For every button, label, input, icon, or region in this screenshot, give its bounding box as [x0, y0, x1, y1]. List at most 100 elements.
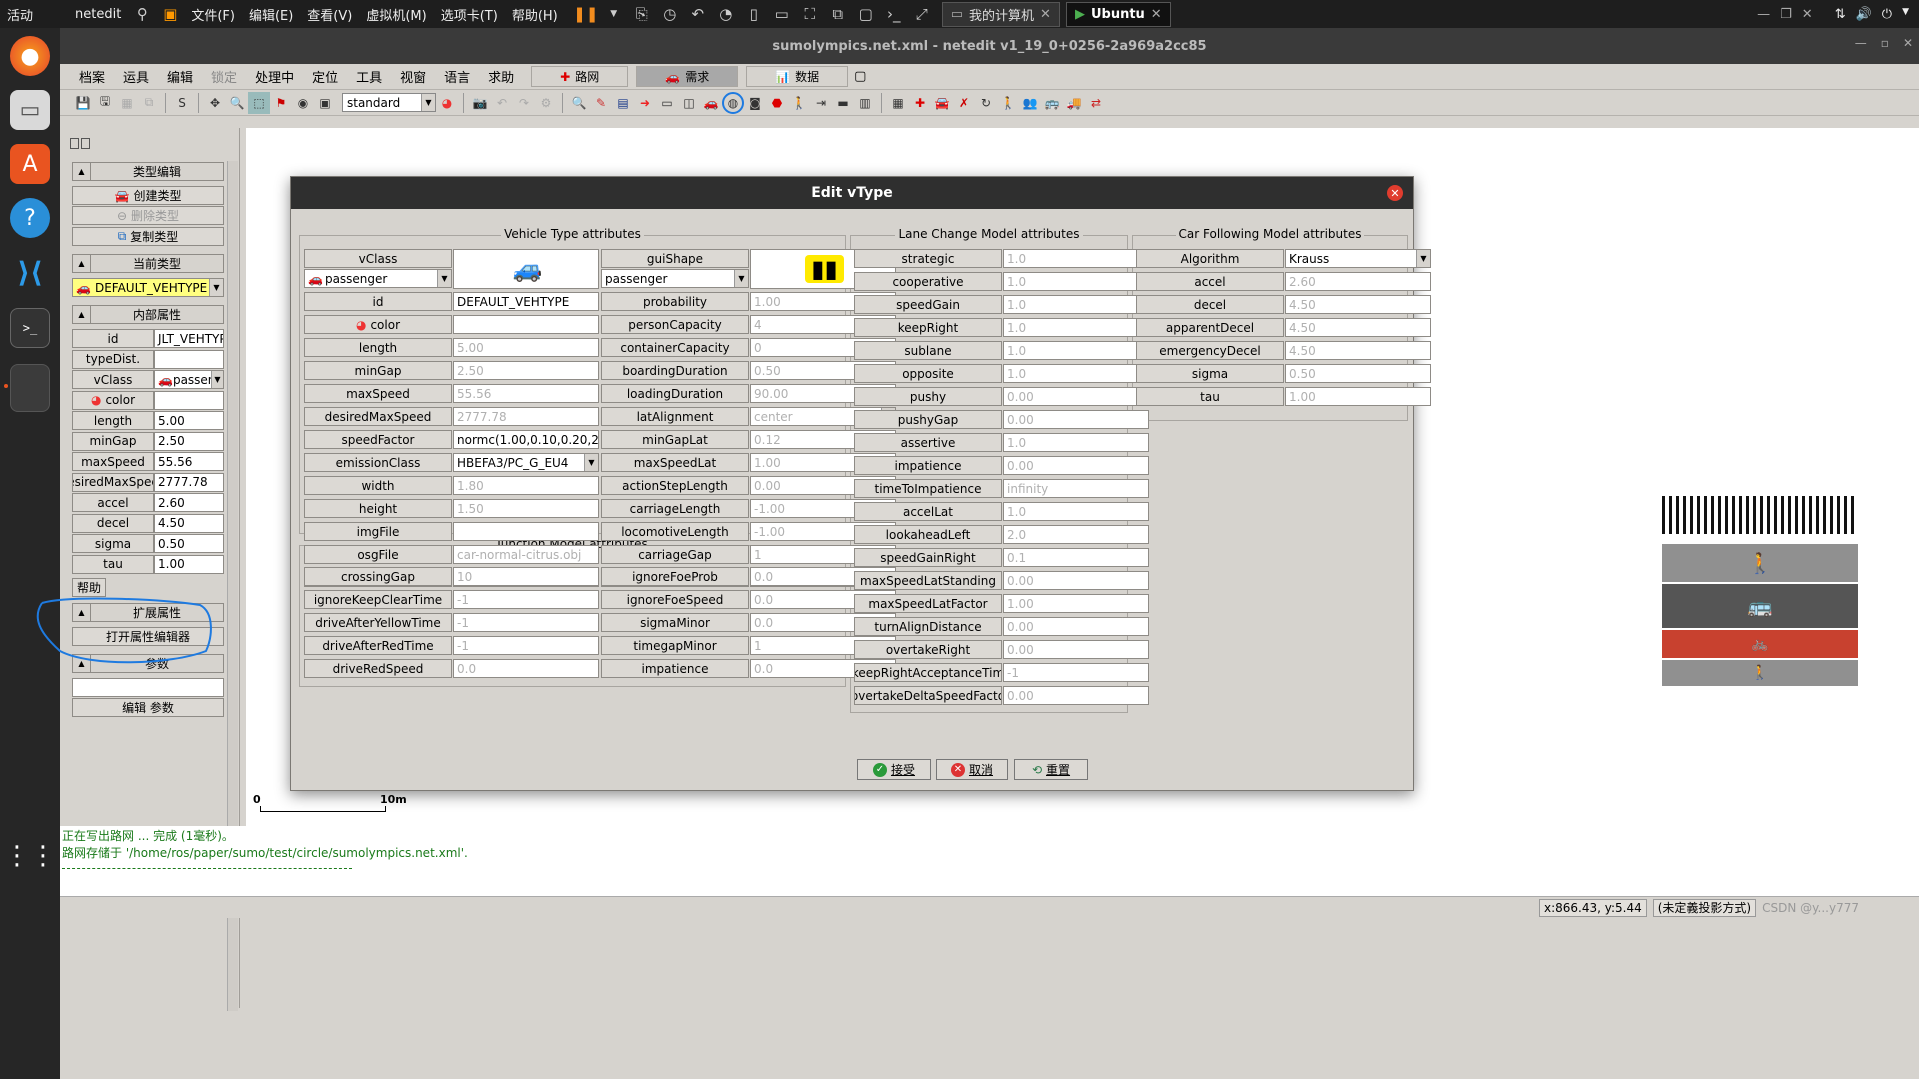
show-apps-icon[interactable]: ⋮⋮: [4, 836, 56, 876]
menu-item[interactable]: 工具: [347, 67, 391, 86]
pause-icon[interactable]: ❚❚: [573, 4, 598, 24]
scheme-select[interactable]: standard ▼: [342, 93, 436, 112]
field-input[interactable]: 0.0: [453, 659, 599, 678]
terminal-app-icon[interactable]: >_: [10, 308, 50, 348]
bike-lane[interactable]: 🚲: [1662, 630, 1858, 658]
field-label[interactable]: osgFile: [304, 545, 452, 564]
vehicle-mode-icon[interactable]: ▭: [656, 92, 678, 114]
firefox-icon[interactable]: ●: [10, 36, 50, 76]
network-icon[interactable]: ⇅: [1835, 7, 1846, 22]
restore-icon[interactable]: ❐: [1780, 7, 1792, 22]
create-type-button[interactable]: 🚘 创建类型: [72, 186, 224, 205]
field-input[interactable]: [453, 315, 599, 334]
inspect-mode-icon[interactable]: 🔍: [568, 92, 590, 114]
close-icon[interactable]: ✕: [1802, 7, 1813, 22]
zoom-icon[interactable]: 🔍: [226, 92, 248, 114]
field-input[interactable]: -1: [453, 590, 599, 609]
field-input[interactable]: 0.00: [1003, 617, 1149, 636]
field-input[interactable]: 0.00: [1003, 387, 1149, 406]
fullscreen-icon[interactable]: ⛶: [799, 4, 821, 24]
s-button[interactable]: S: [171, 92, 193, 114]
console-view-icon[interactable]: ▢: [855, 4, 877, 24]
field-input[interactable]: 1.0: [1003, 364, 1149, 383]
field-input[interactable]: 10: [453, 567, 599, 586]
menu-item[interactable]: 求助: [479, 67, 523, 86]
field-input[interactable]: 55.56: [453, 384, 599, 403]
view-icon[interactable]: ▯: [743, 4, 765, 24]
field-input[interactable]: 1.0: [1003, 502, 1149, 521]
menu-item[interactable]: 语言: [435, 67, 479, 86]
attr-value-input[interactable]: JLT_VEHTYPE: [154, 329, 224, 348]
current-type-header[interactable]: ▲ 当前类型: [72, 254, 224, 273]
field-input[interactable]: 1.80: [453, 476, 599, 495]
edit-params-button[interactable]: 编辑 参数: [72, 698, 224, 717]
vm-menu-item[interactable]: 文件(F): [184, 5, 242, 24]
software-center-icon[interactable]: A: [10, 144, 50, 184]
supermode-tab[interactable]: 📊 数据: [746, 66, 849, 87]
window-close-icon[interactable]: ✕: [1903, 36, 1913, 50]
sidewalk-lane[interactable]: 🚶: [1662, 544, 1858, 582]
menu-item[interactable]: 运具: [114, 67, 158, 86]
field-input[interactable]: car-normal-citrus.obj: [453, 545, 599, 564]
window-mode-icon[interactable]: ▢: [854, 69, 866, 84]
field-input[interactable]: infinity: [1003, 479, 1149, 498]
panel-toggle[interactable]: [70, 138, 90, 149]
vtype-distribution-icon[interactable]: ◍: [722, 91, 744, 114]
delete-mode-icon[interactable]: ✎: [590, 92, 612, 114]
pedestrian-icon[interactable]: 🚶: [997, 92, 1019, 114]
attr-value-input[interactable]: 5.00: [154, 411, 224, 430]
active-app-name[interactable]: netedit: [68, 7, 128, 22]
field-input[interactable]: DEFAULT_VEHTYPE: [453, 292, 599, 311]
vm-menu-item[interactable]: 帮助(H): [505, 5, 565, 24]
locate-icon[interactable]: ⚑: [270, 92, 292, 114]
field-input[interactable]: 1.50: [453, 499, 599, 518]
attr-value-input[interactable]: 2.50: [154, 431, 224, 451]
field-input[interactable]: 0.00: [1003, 456, 1149, 475]
power-icon[interactable]: ⏻: [1882, 7, 1892, 22]
accept-button[interactable]: ✓ 接受: [857, 759, 931, 780]
screenshot-icon[interactable]: ▣: [314, 92, 336, 114]
current-type-select[interactable]: 🚗 DEFAULT_VEHTYPE ▼: [72, 278, 224, 297]
menu-item[interactable]: 处理中: [246, 67, 303, 86]
save-icon[interactable]: 💾: [72, 92, 94, 114]
copy-icon[interactable]: ⧉: [138, 92, 160, 114]
field-input[interactable]: 4.50: [1285, 318, 1431, 337]
copy-type-button[interactable]: ⧉ 复制类型: [72, 227, 224, 246]
field-input[interactable]: 1.00: [1003, 594, 1149, 613]
field-input[interactable]: 1.0: [1003, 433, 1149, 452]
inspect-icon[interactable]: ◉: [292, 92, 314, 114]
vm-menu-item[interactable]: 选项卡(T): [434, 5, 505, 24]
send-keys-icon[interactable]: ⎘: [631, 4, 653, 24]
field-input[interactable]: 0.1: [1003, 548, 1149, 567]
container-plan-icon[interactable]: ▥: [854, 92, 876, 114]
vtype-mode-icon[interactable]: ◫: [678, 92, 700, 114]
pin-icon[interactable]: ⚲: [131, 4, 153, 24]
attr-value-input[interactable]: 2777.78: [154, 472, 224, 492]
stop-mode-icon[interactable]: ◙: [744, 92, 766, 114]
menu-item[interactable]: 定位: [303, 67, 347, 86]
save-all-icon[interactable]: ▦: [116, 92, 138, 114]
compute-icon[interactable]: ⚙: [535, 92, 557, 114]
save-as-icon[interactable]: 🖫: [94, 92, 116, 114]
redo-icon[interactable]: ↷: [513, 92, 535, 114]
route-mode-icon[interactable]: ➜: [634, 92, 656, 114]
move-icon[interactable]: ✥: [204, 92, 226, 114]
field-input[interactable]: 1.0: [1003, 295, 1149, 314]
reset-button[interactable]: ⟲ 重置: [1014, 759, 1088, 780]
terminal-icon[interactable]: ›_: [883, 4, 905, 24]
grid-icon[interactable]: ▦: [887, 92, 909, 114]
field-label[interactable]: imgFile: [304, 522, 452, 541]
field-input[interactable]: 1.0: [1003, 249, 1149, 268]
snapshot-manager-icon[interactable]: ◔: [715, 4, 737, 24]
vmware-icon[interactable]: ▣: [159, 4, 181, 24]
people-icon[interactable]: 👥: [1019, 92, 1041, 114]
container-mode-icon[interactable]: ▬: [832, 92, 854, 114]
vscode-icon[interactable]: ⟩⟨: [10, 252, 50, 292]
supermode-tab[interactable]: 🚗 需求: [636, 66, 739, 87]
car-icon[interactable]: 🚘: [931, 92, 953, 114]
window-minimize-icon[interactable]: —: [1855, 36, 1867, 50]
files-icon[interactable]: ▭: [10, 90, 50, 130]
view-split-icon[interactable]: ▭: [771, 4, 793, 24]
menu-item[interactable]: 编辑: [158, 67, 202, 86]
bus-icon[interactable]: 🚌: [1041, 92, 1063, 114]
